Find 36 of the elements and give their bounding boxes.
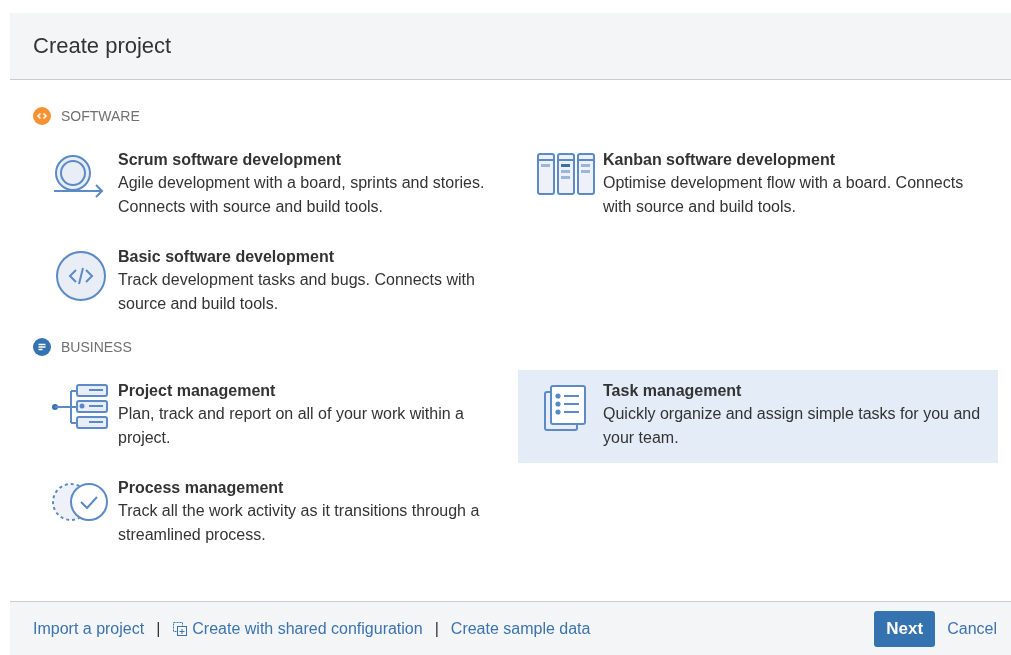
checklist-icon — [542, 384, 589, 432]
board-columns-icon — [535, 153, 596, 195]
template-title: Scrum software development — [118, 150, 343, 170]
dialog-title: Create project — [33, 33, 172, 59]
code-icon — [54, 250, 107, 302]
next-button[interactable]: Next — [874, 610, 936, 647]
cancel-link[interactable]: Cancel — [947, 619, 997, 638]
footer-link[interactable]: Import a project — [33, 619, 145, 638]
template-description: Agile development with a board, sprints and stories. Connects with source and build tools. — [118, 173, 486, 217]
document-icon — [33, 338, 51, 356]
template-option[interactable]: Task management Quickly organize and assign simple tasks for you and your team. — [518, 370, 998, 463]
section-heading: BUSINESS — [61, 339, 132, 355]
template-title: Kanban software development — [603, 150, 837, 170]
template-description: Track development tasks and bugs. Connects with source and build tools. — [118, 270, 476, 314]
check-circle-icon — [50, 481, 111, 523]
template-description: Plan, track and report on all of your work within a project. — [118, 404, 465, 448]
template-option[interactable]: Process management Track all the work activity as it transitions through a streamlined process. — [33, 467, 518, 560]
template-option[interactable]: Project management Plan, track and report on all of your work within a project. — [33, 370, 518, 463]
template-title: Basic software development — [118, 247, 336, 267]
code-icon — [33, 107, 51, 125]
template-description: Quickly organize and assign simple tasks for you and your team. — [603, 404, 982, 448]
separator: | — [434, 619, 439, 638]
footer-link[interactable]: Create sample data — [450, 619, 591, 638]
template-title: Process management — [118, 478, 285, 498]
footer-link[interactable]: Create with shared configuration — [192, 619, 423, 638]
template-description: Track all the work activity as it transitions through a streamlined process. — [118, 501, 481, 545]
hierarchy-list-icon — [50, 384, 111, 430]
template-title: Project management — [118, 381, 277, 401]
copy-plus-icon — [172, 620, 189, 637]
template-option[interactable]: Scrum software development Agile development with a board, sprints and stories. Connects with source and build tools. — [33, 139, 518, 232]
section-heading: SOFTWARE — [61, 108, 140, 124]
template-description: Optimise development flow with a board. Connects with source and build tools. — [603, 173, 965, 217]
separator: | — [156, 619, 161, 638]
template-option[interactable]: Kanban software development Optimise development flow with a board. Connects with source and build tools. — [518, 139, 998, 232]
template-title: Task management — [603, 381, 743, 401]
template-option[interactable]: Basic software development Track development tasks and bugs. Connects with source and build tools. — [33, 236, 518, 329]
